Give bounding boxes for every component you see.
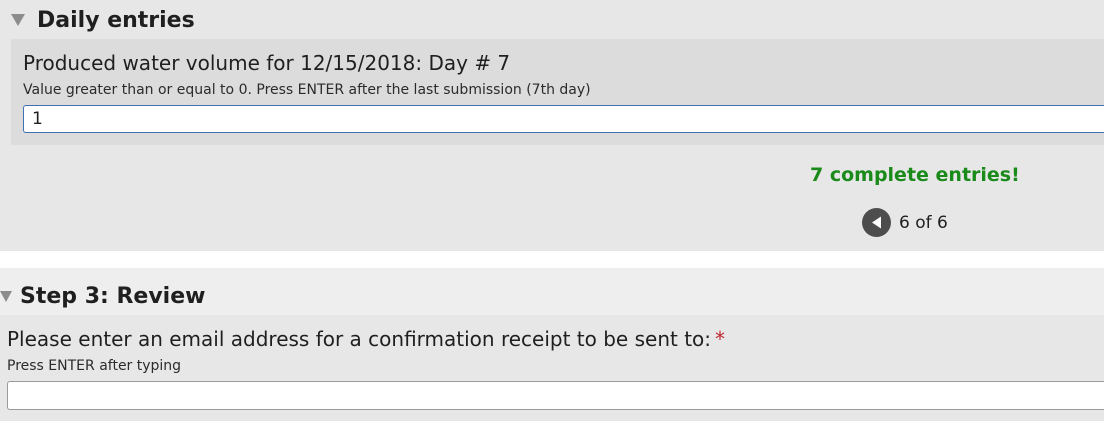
survey-page: Daily entries Produced water volume for … <box>0 0 1104 421</box>
email-hint: Press ENTER after typing <box>7 358 182 374</box>
email-field[interactable] <box>7 381 1104 410</box>
arrow-left-circle-icon <box>872 216 881 229</box>
daily-entries-header[interactable]: Daily entries <box>11 6 195 34</box>
water-volume-input[interactable] <box>23 105 1104 133</box>
pager-count: 6 of 6 <box>899 212 948 233</box>
step3-header[interactable]: Step 3: Review <box>0 282 205 310</box>
email-question: Please enter an email address for a conf… <box>7 327 725 351</box>
email-label-text: Please enter an email address for a conf… <box>7 327 712 351</box>
water-volume-label: Produced water volume for 12/15/2018: Da… <box>23 51 511 75</box>
daily-entries-group: Daily entries Produced water volume for … <box>0 0 1104 251</box>
section-divider <box>0 251 1104 265</box>
repeat-pager: 6 of 6 <box>862 208 948 237</box>
collapse-caret-icon[interactable] <box>0 290 12 302</box>
step3-body: Please enter an email address for a conf… <box>0 315 1104 421</box>
step3-title: Step 3: Review <box>20 283 206 309</box>
water-volume-question: Produced water volume for 12/15/2018: Da… <box>11 39 1104 145</box>
required-marker: * <box>715 327 726 351</box>
water-volume-hint: Value greater than or equal to 0. Press … <box>23 82 591 98</box>
collapse-caret-icon[interactable] <box>11 14 25 26</box>
complete-entries-message: 7 complete entries! <box>810 164 1020 186</box>
daily-entries-title: Daily entries <box>37 7 195 33</box>
previous-entry-button[interactable] <box>862 208 891 237</box>
